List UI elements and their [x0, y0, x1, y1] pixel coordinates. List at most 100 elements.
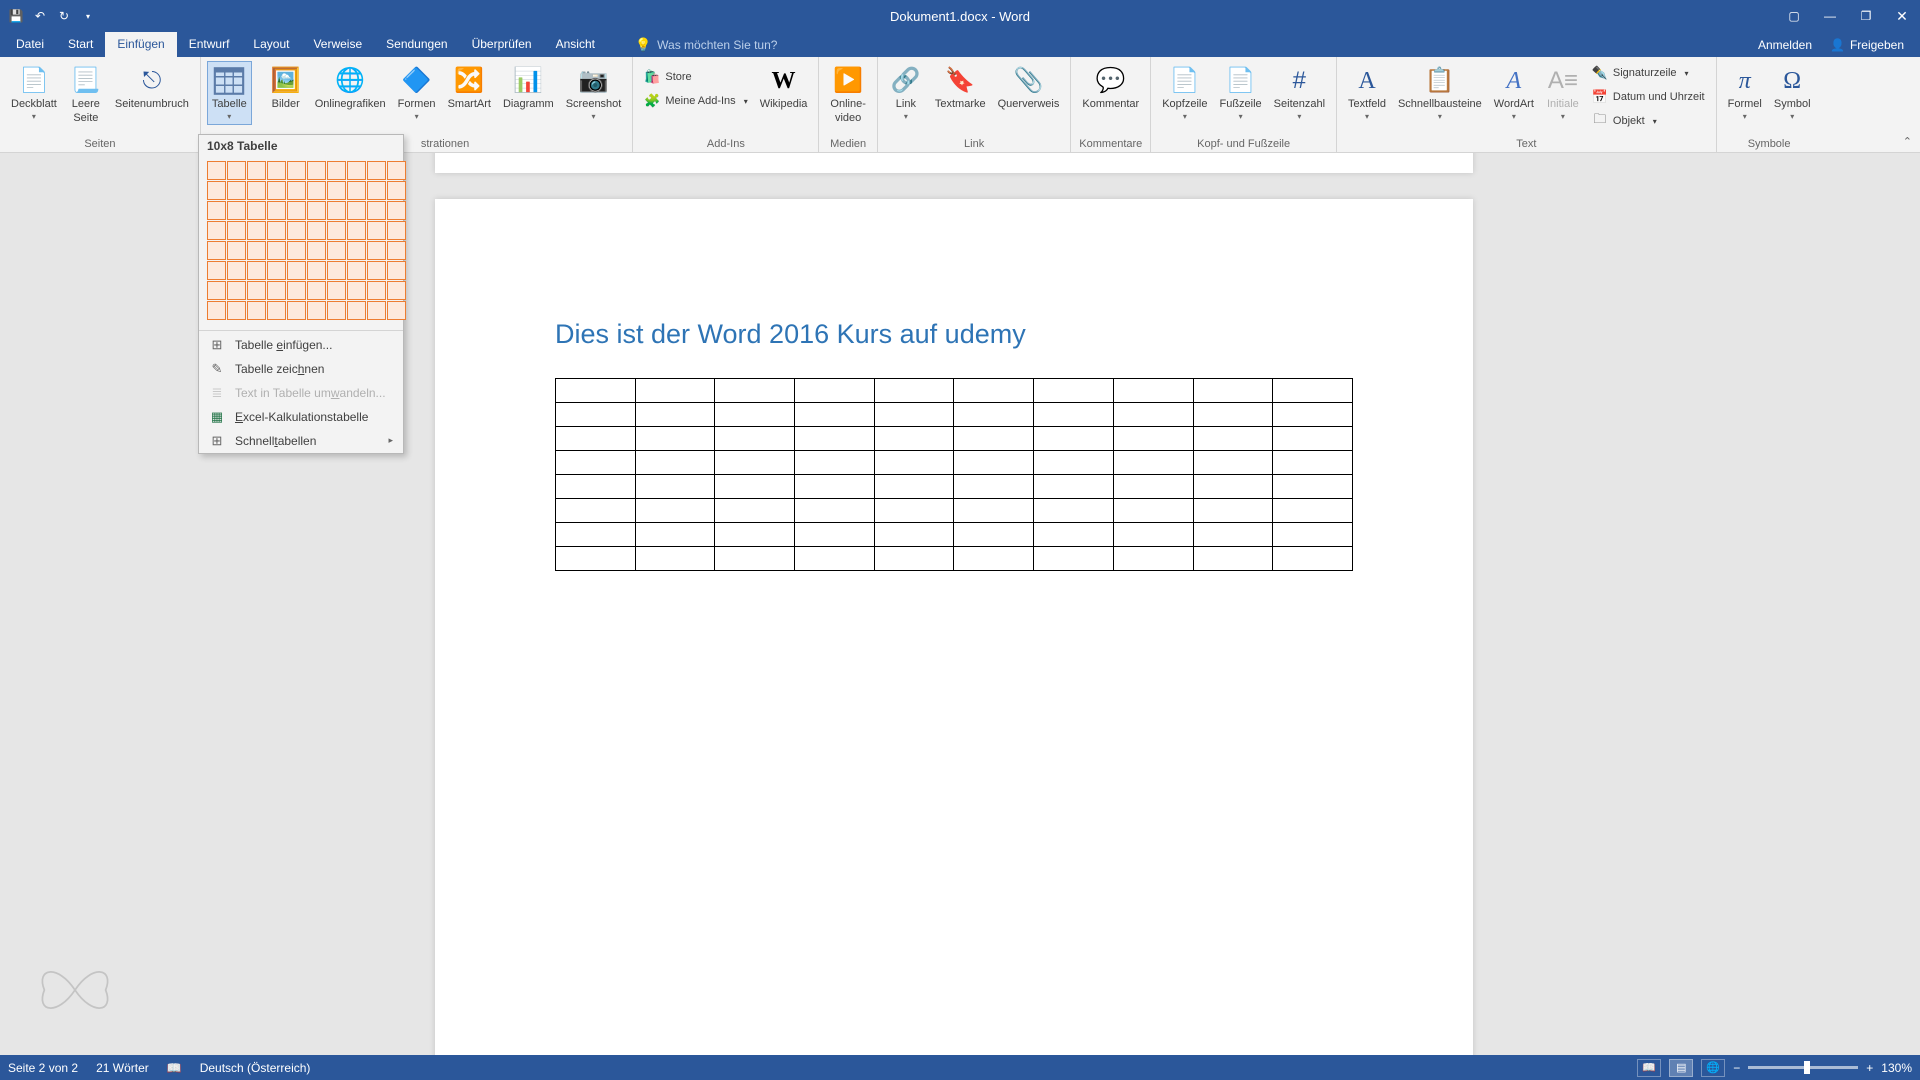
cover-page-button[interactable]: 📄Deckblatt▾	[6, 61, 62, 125]
status-language[interactable]: Deutsch (Österreich)	[200, 1061, 311, 1075]
minimize-icon[interactable]: —	[1812, 0, 1848, 32]
table-dropdown: 10x8 Tabelle ⊞Tabelle einfügen... ✎Tabel…	[198, 134, 404, 454]
tab-file[interactable]: Datei	[4, 31, 56, 57]
header-button[interactable]: 📄Kopfzeile▾	[1157, 61, 1212, 125]
crossref-icon: 📎	[1011, 64, 1045, 98]
table-size-label: 10x8 Tabelle	[199, 135, 403, 157]
tab-entwurf[interactable]: Entwurf	[177, 31, 242, 57]
page-1-tail[interactable]	[435, 153, 1473, 173]
pictures-button[interactable]: 🖼️Bilder	[264, 61, 308, 115]
draw-table-item[interactable]: ✎Tabelle zeichnen	[199, 357, 403, 381]
heading-1[interactable]: Dies ist der Word 2016 Kurs auf udemy	[555, 319, 1353, 350]
symbol-icon: Ω	[1775, 64, 1809, 98]
draw-table-icon: ✎	[209, 361, 225, 377]
qat-customize-icon[interactable]: ▾	[80, 8, 96, 24]
tab-layout[interactable]: Layout	[241, 31, 301, 57]
shapes-button[interactable]: 🔷Formen▾	[393, 61, 441, 125]
close-icon[interactable]: ✕	[1884, 0, 1920, 32]
tab-start[interactable]: Start	[56, 31, 105, 57]
equation-icon: π	[1728, 64, 1762, 98]
group-addins: 🛍️Store 🧩Meine Add-Ins▾ WWikipedia Add-I…	[633, 57, 819, 152]
screenshot-button[interactable]: 📷Screenshot▾	[561, 61, 627, 125]
ribbon-display-icon[interactable]: ▢	[1776, 0, 1812, 32]
wordart-button[interactable]: AWordArt▾	[1489, 61, 1539, 125]
online-video-button[interactable]: ▶️Online- video	[825, 61, 870, 129]
comment-button[interactable]: 💬Kommentar	[1077, 61, 1144, 115]
header-icon: 📄	[1168, 64, 1202, 98]
undo-icon[interactable]: ↶	[32, 8, 48, 24]
tab-einfuegen[interactable]: Einfügen	[105, 31, 176, 57]
quickparts-button[interactable]: 📋Schnellbausteine▾	[1393, 61, 1487, 125]
tab-verweise[interactable]: Verweise	[301, 31, 374, 57]
footer-button[interactable]: 📄Fußzeile▾	[1214, 61, 1266, 125]
quick-tables-item[interactable]: ⊞Schnelltabellen▸	[199, 429, 403, 453]
zoom-level[interactable]: 130%	[1881, 1061, 1912, 1075]
excel-spreadsheet-item[interactable]: ▦Excel-Kalkulationstabelle	[199, 405, 403, 429]
table-button[interactable]: Tabelle▾	[207, 61, 252, 125]
signature-button[interactable]: ✒️Signaturzeile▾	[1587, 63, 1710, 83]
object-button[interactable]: 🗀Objekt▾	[1587, 111, 1710, 131]
wikipedia-button[interactable]: WWikipedia	[755, 61, 813, 115]
footer-icon: 📄	[1224, 64, 1258, 98]
print-layout-button[interactable]: ▤	[1669, 1059, 1693, 1077]
share-icon: 👤	[1830, 38, 1845, 52]
group-label-comments: Kommentare	[1077, 136, 1144, 152]
bookmark-button[interactable]: 🔖Textmarke	[930, 61, 991, 115]
group-label-headerfooter: Kopf- und Fußzeile	[1157, 136, 1330, 152]
share-button[interactable]: 👤Freigeben	[1830, 38, 1904, 52]
ribbon-collapse-icon[interactable]: ⌃	[1903, 135, 1912, 148]
tell-me-search[interactable]: 💡 Was möchten Sie tun?	[627, 33, 785, 57]
window-controls: ▢ — ❐ ✕	[1776, 0, 1920, 32]
spellcheck-icon[interactable]: 📖	[167, 1061, 182, 1075]
textbox-button[interactable]: ATextfeld▾	[1343, 61, 1391, 125]
zoom-out-button[interactable]: −	[1733, 1061, 1740, 1075]
read-mode-button[interactable]: 📖	[1637, 1059, 1661, 1077]
wikipedia-icon: W	[767, 64, 801, 98]
status-words[interactable]: 21 Wörter	[96, 1061, 149, 1075]
group-symbols: πFormel▾ ΩSymbol▾ Symbole	[1717, 57, 1822, 152]
blank-page-icon: 📃	[69, 64, 103, 98]
group-text: ATextfeld▾ 📋Schnellbausteine▾ AWordArt▾ …	[1337, 57, 1717, 152]
save-icon[interactable]: 💾	[8, 8, 24, 24]
maximize-icon[interactable]: ❐	[1848, 0, 1884, 32]
smartart-button[interactable]: 🔀SmartArt	[443, 61, 496, 115]
screenshot-icon: 📷	[577, 64, 611, 98]
store-button[interactable]: 🛍️Store	[639, 67, 752, 87]
online-pictures-button[interactable]: 🌐Onlinegrafiken	[310, 61, 391, 115]
datetime-button[interactable]: 📅Datum und Uhrzeit	[1587, 87, 1710, 107]
zoom-in-button[interactable]: +	[1866, 1061, 1873, 1075]
dropcap-button[interactable]: A≡Initiale▾	[1541, 61, 1585, 125]
group-label-pages: Seiten	[6, 136, 194, 152]
status-bar: Seite 2 von 2 21 Wörter 📖 Deutsch (Öster…	[0, 1055, 1920, 1080]
web-layout-button[interactable]: 🌐	[1701, 1059, 1725, 1077]
symbol-button[interactable]: ΩSymbol▾	[1769, 61, 1816, 125]
redo-icon[interactable]: ↻	[56, 8, 72, 24]
document-table[interactable]	[555, 378, 1353, 571]
group-media: ▶️Online- video Medien	[819, 57, 877, 152]
insert-table-item[interactable]: ⊞Tabelle einfügen...	[199, 333, 403, 357]
wordart-icon: A	[1497, 64, 1531, 98]
status-page[interactable]: Seite 2 von 2	[8, 1061, 78, 1075]
chart-button[interactable]: 📊Diagramm	[498, 61, 559, 115]
tell-me-placeholder: Was möchten Sie tun?	[657, 38, 777, 52]
window-title: Dokument1.docx - Word	[890, 9, 1030, 24]
pagenumber-button[interactable]: #Seitenzahl▾	[1269, 61, 1330, 125]
tab-ansicht[interactable]: Ansicht	[544, 31, 607, 57]
cover-page-icon: 📄	[17, 64, 51, 98]
page-2[interactable]: Dies ist der Word 2016 Kurs auf udemy	[435, 199, 1473, 1055]
page-break-button[interactable]: ⎋Seitenumbruch	[110, 61, 194, 115]
tab-ueberpruefen[interactable]: Überprüfen	[460, 31, 544, 57]
sign-in-link[interactable]: Anmelden	[1758, 38, 1812, 52]
chart-icon: 📊	[511, 64, 545, 98]
excel-icon: ▦	[209, 409, 225, 425]
table-grid-picker[interactable]	[199, 157, 403, 328]
link-button[interactable]: 🔗Link▾	[884, 61, 928, 125]
bookmark-icon: 🔖	[943, 64, 977, 98]
group-links: 🔗Link▾ 🔖Textmarke 📎Querverweis Link	[878, 57, 1072, 152]
zoom-slider[interactable]	[1748, 1066, 1858, 1069]
my-addins-button[interactable]: 🧩Meine Add-Ins▾	[639, 91, 752, 111]
blank-page-button[interactable]: 📃Leere Seite	[64, 61, 108, 129]
equation-button[interactable]: πFormel▾	[1723, 61, 1767, 125]
tab-sendungen[interactable]: Sendungen	[374, 31, 459, 57]
crossref-button[interactable]: 📎Querverweis	[993, 61, 1065, 115]
